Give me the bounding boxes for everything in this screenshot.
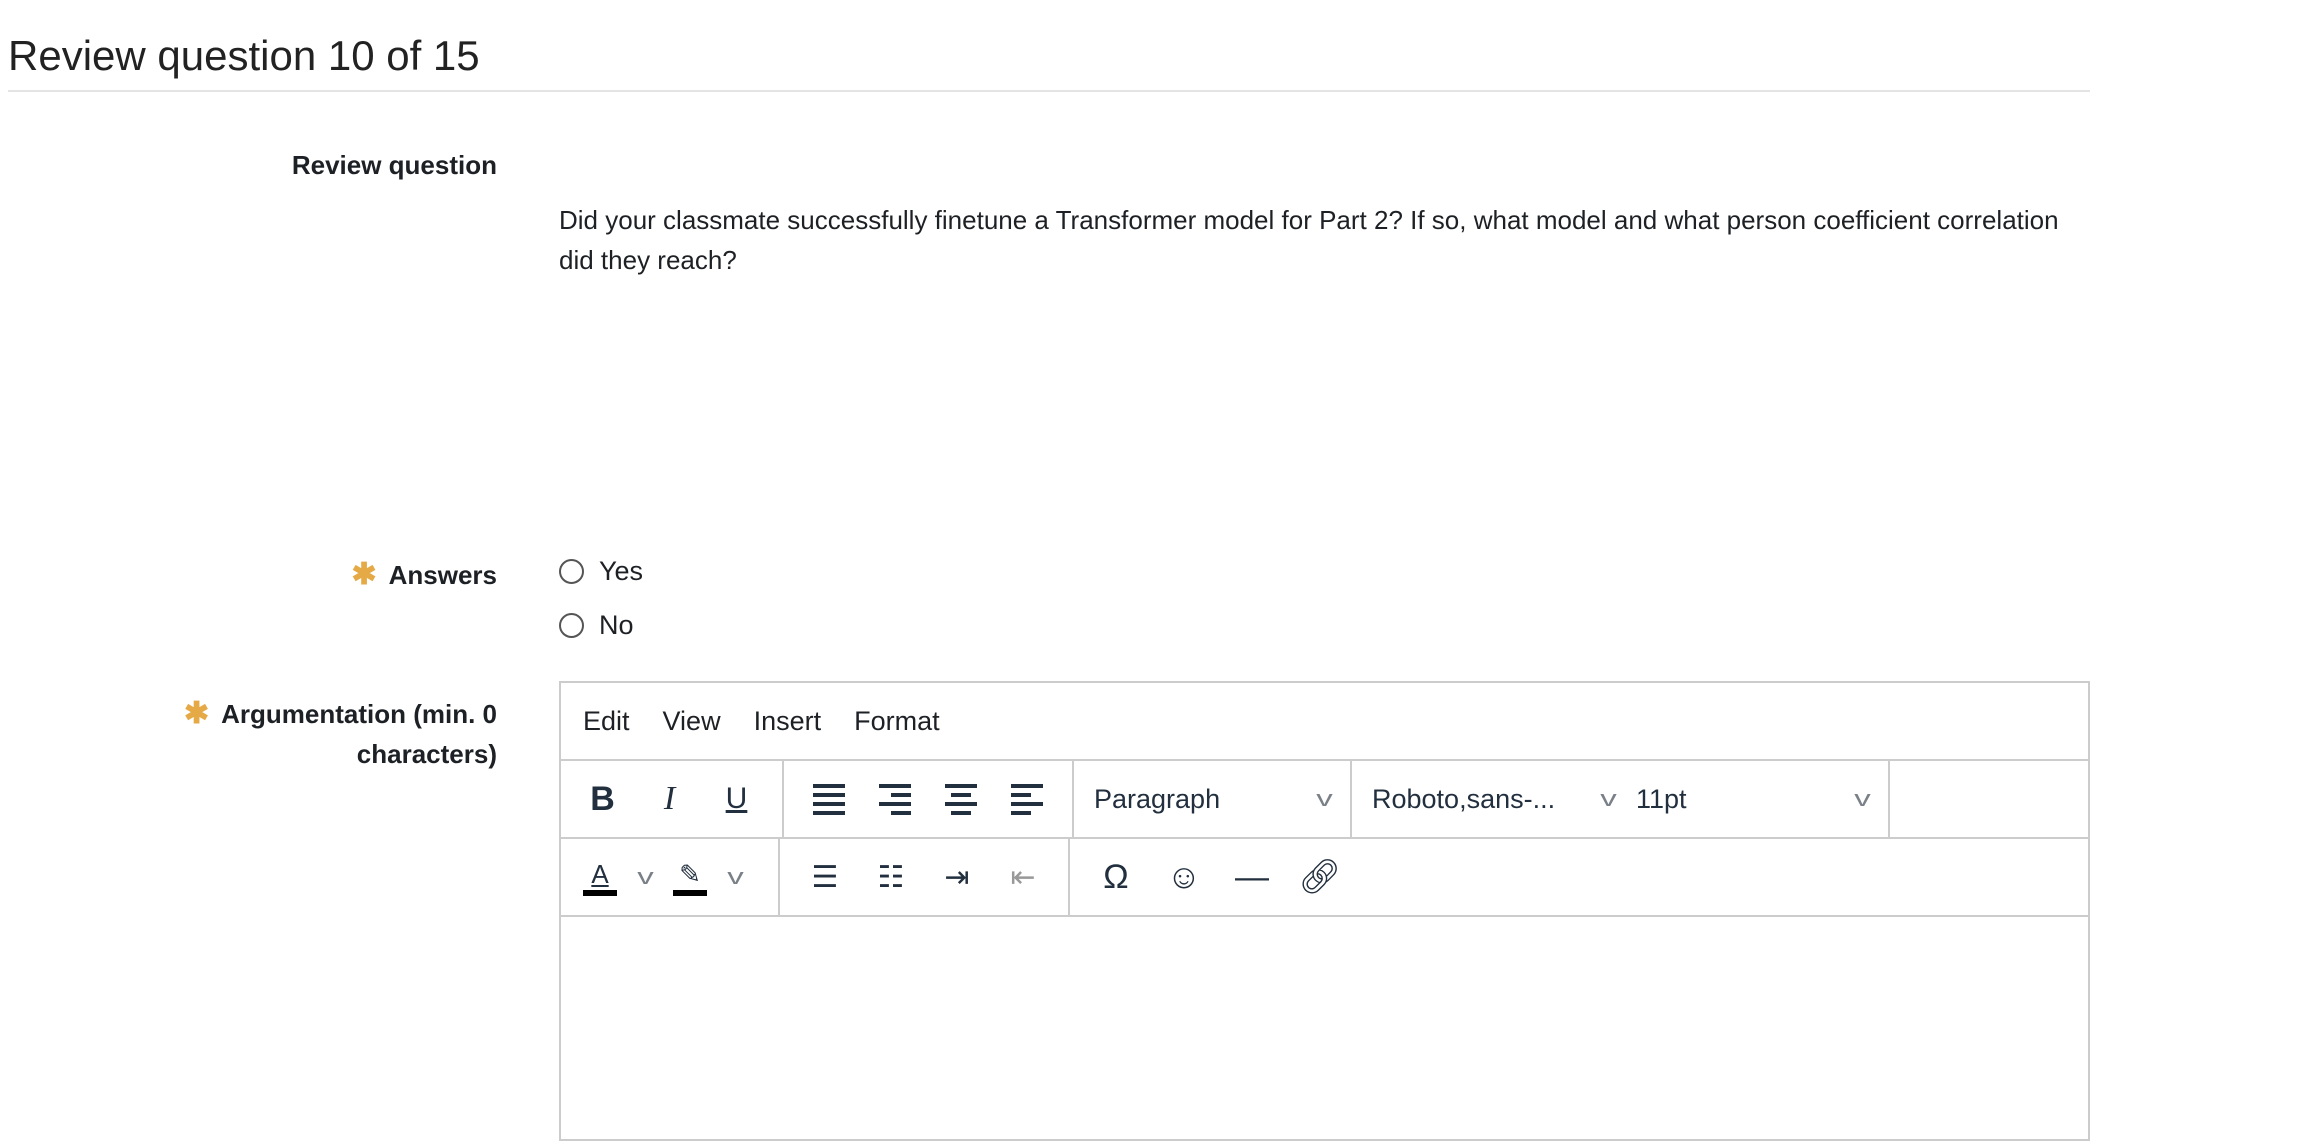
font-family-value[interactable]: Roboto,sans-... [1372,784,1555,815]
title-divider [8,90,2090,92]
required-icon: ✱ [183,697,210,730]
align-right-icon[interactable] [862,771,928,827]
menu-view[interactable]: View [663,706,721,737]
numbered-list-icon[interactable]: ☷ [858,849,924,905]
review-question-label: Review question [291,150,497,180]
answer-no-radio[interactable]: No [559,610,634,641]
emoji-icon[interactable]: ☺ [1150,849,1218,905]
answers-label-text: Answers [388,560,497,590]
align-left-icon[interactable] [994,771,1060,827]
answer-yes-radio[interactable]: Yes [559,556,643,587]
radio-circle[interactable] [559,613,584,638]
block-format-value[interactable]: Paragraph [1094,784,1220,815]
menu-insert[interactable]: Insert [754,706,822,737]
bold-icon[interactable]: B [569,771,636,827]
outdent-icon[interactable]: ⇤ [990,849,1056,905]
indent-icon[interactable]: ⇥ [924,849,990,905]
font-size-value[interactable]: 11pt [1636,784,1687,815]
text-color-icon[interactable]: A [575,849,625,905]
editor-toolbar-row-2: A v ✎ v ☰ ☷ ⇥ ⇤ Ω ☺ — 🔗︎ [561,839,2088,917]
menu-edit[interactable]: Edit [583,706,630,737]
radio-circle[interactable] [559,559,584,584]
italic-icon[interactable]: I [636,771,703,827]
align-justify-icon[interactable] [796,771,862,827]
chevron-down-icon[interactable]: v [1316,786,1333,812]
argumentation-label-line2: characters) [356,739,497,769]
rich-text-editor: Edit View Insert Format B I U Paragraph v… [559,681,2090,1141]
chevron-down-icon[interactable]: v [1600,786,1617,812]
horizontal-line-icon[interactable]: — [1218,849,1286,905]
editor-content-area[interactable] [561,917,2088,1139]
bullet-list-icon[interactable]: ☰ [792,849,858,905]
font-family-select[interactable]: Roboto,sans-... v [1364,784,1622,815]
block-format-select[interactable]: Paragraph v [1074,761,1352,837]
page-title: Review question 10 of 15 [8,32,480,79]
editor-toolbar-row-1: B I U Paragraph v Roboto,sans-... v 11pt v [561,761,2088,839]
highlight-color-icon[interactable]: ✎ [665,849,715,905]
chevron-down-icon[interactable]: v [625,849,665,905]
answer-yes-label[interactable]: Yes [599,556,643,587]
underline-icon[interactable]: U [703,771,770,827]
editor-menubar: Edit View Insert Format [561,683,2088,761]
special-character-icon[interactable]: Ω [1082,849,1150,905]
argumentation-label: ✱ Argumentation (min. 0 characters) [184,694,497,774]
font-size-select[interactable]: 11pt v [1628,784,1876,815]
chevron-down-icon[interactable]: v [1854,786,1871,812]
chevron-down-icon[interactable]: v [715,849,755,905]
argumentation-label-line1: Argumentation (min. 0 [221,699,497,729]
required-icon: ✱ [351,558,377,591]
menu-format[interactable]: Format [854,706,940,737]
review-question-text: Did your classmate successfully finetune… [559,205,2059,275]
link-icon[interactable]: 🔗︎ [1286,849,1354,905]
answer-no-label[interactable]: No [599,610,634,641]
answers-label: ✱ Answers [351,555,497,595]
align-center-icon[interactable] [928,771,994,827]
